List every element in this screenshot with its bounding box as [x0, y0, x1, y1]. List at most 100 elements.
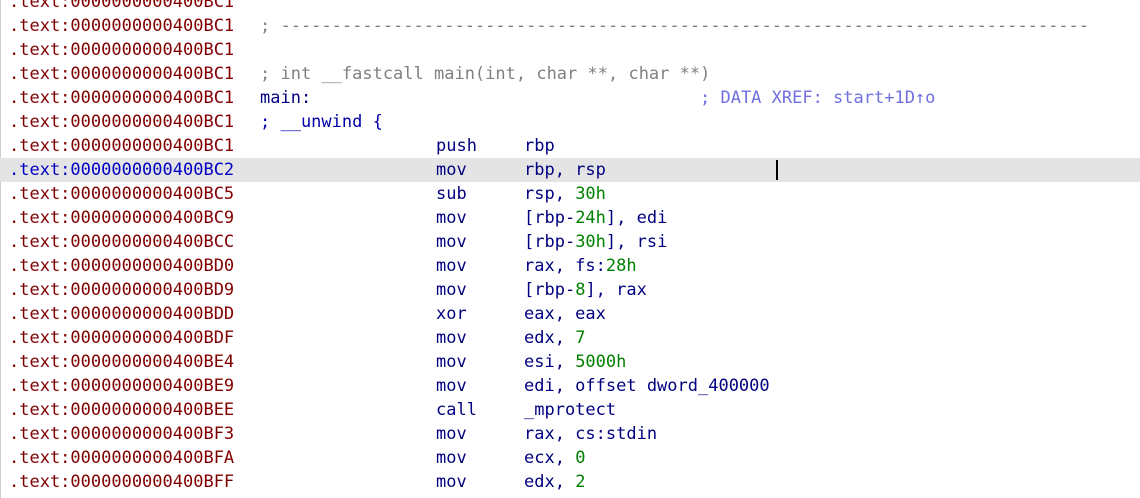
operand-text[interactable]: ], rax: [585, 280, 646, 300]
xref-comment[interactable]: ; DATA XREF: start+1D↑o: [700, 86, 935, 110]
operand-number[interactable]: 30h: [575, 232, 606, 252]
instruction-operands[interactable]: eax, eax: [524, 302, 606, 326]
operand-text[interactable]: _mprotect: [524, 400, 616, 420]
listing-line[interactable]: .text:0000000000400BC5 sub rsp, 30h: [0, 182, 1140, 206]
instruction-operands[interactable]: rax, fs:28h: [524, 254, 637, 278]
instruction-mnemonic[interactable]: xor: [436, 302, 467, 326]
operand-number[interactable]: 24h: [575, 208, 606, 228]
instruction-mnemonic[interactable]: push: [436, 134, 477, 158]
line-address[interactable]: .text:0000000000400BEE: [9, 398, 234, 422]
instruction-mnemonic[interactable]: mov: [436, 446, 467, 470]
listing-line[interactable]: .text:0000000000400BC9 mov [rbp-24h], edi: [0, 206, 1140, 230]
line-address[interactable]: .text:0000000000400BD0: [9, 254, 234, 278]
listing-line[interactable]: .text:0000000000400BEE call _mprotect: [0, 398, 1140, 422]
operand-text[interactable]: esi,: [524, 352, 575, 372]
operand-text[interactable]: ], rsi: [606, 232, 667, 252]
line-address[interactable]: .text:0000000000400BC1: [9, 62, 234, 86]
instruction-operands[interactable]: rbp, rsp: [524, 158, 606, 182]
line-address[interactable]: .text:0000000000400BE9: [9, 374, 234, 398]
listing-line[interactable]: .text:0000000000400BDD xor eax, eax: [0, 302, 1140, 326]
operand-text[interactable]: eax, eax: [524, 304, 606, 324]
line-address[interactable]: .text:0000000000400BC1: [9, 0, 234, 14]
operand-number[interactable]: 28h: [606, 256, 637, 276]
operand-number[interactable]: 30h: [575, 184, 606, 204]
instruction-operands[interactable]: edx, 2: [524, 470, 585, 494]
operand-number[interactable]: 2: [575, 472, 585, 492]
operand-number[interactable]: 8: [575, 280, 585, 300]
instruction-mnemonic[interactable]: mov: [436, 230, 467, 254]
operand-number[interactable]: 7: [575, 328, 585, 348]
listing-line[interactable]: .text:0000000000400BCC mov [rbp-30h], rsi: [0, 230, 1140, 254]
instruction-operands[interactable]: [rbp-8], rax: [524, 278, 647, 302]
instruction-mnemonic[interactable]: mov: [436, 494, 467, 498]
instruction-operands[interactable]: ecx, 0: [524, 446, 585, 470]
instruction-mnemonic[interactable]: call: [436, 398, 477, 422]
function-label[interactable]: main:: [260, 86, 311, 110]
line-address[interactable]: .text:0000000000400BDF: [9, 326, 234, 350]
instruction-operands[interactable]: _mprotect: [524, 398, 616, 422]
instruction-mnemonic[interactable]: mov: [436, 278, 467, 302]
listing-line[interactable]: .text:0000000000400BC1 ; ----------------…: [0, 14, 1140, 38]
instruction-operands[interactable]: rbp: [524, 134, 555, 158]
listing-line[interactable]: .text:0000000000400BC1 ; __unwind {: [0, 110, 1140, 134]
operand-text[interactable]: rsp,: [524, 184, 575, 204]
line-address[interactable]: .text:0000000000400BFF: [9, 470, 234, 494]
listing-line[interactable]: .text:0000000000400BC1: [0, 38, 1140, 62]
instruction-mnemonic[interactable]: mov: [436, 206, 467, 230]
operand-text[interactable]: [rbp-: [524, 232, 575, 252]
line-address[interactable]: .text:0000000000400BF3: [9, 422, 234, 446]
line-address[interactable]: .text:0000000000400BE4: [9, 350, 234, 374]
listing-line[interactable]: .text:0000000000400C04 mov esi, 0: [0, 494, 1140, 498]
line-address[interactable]: .text:0000000000400BC1: [9, 14, 234, 38]
operand-text[interactable]: edx,: [524, 328, 575, 348]
line-address[interactable]: .text:0000000000400BCC: [9, 230, 234, 254]
listing-line[interactable]: .text:0000000000400BE9 mov edi, offset dwo…: [0, 374, 1140, 398]
instruction-mnemonic[interactable]: mov: [436, 470, 467, 494]
operand-number[interactable]: 5000h: [575, 352, 626, 372]
instruction-mnemonic[interactable]: mov: [436, 422, 467, 446]
instruction-operands[interactable]: edi, offset dword_400000: [524, 374, 770, 398]
instruction-mnemonic[interactable]: sub: [436, 182, 467, 206]
line-address[interactable]: .text:0000000000400BD9: [9, 278, 234, 302]
listing-line[interactable]: .text:0000000000400BC1: [0, 0, 1140, 14]
line-address[interactable]: .text:0000000000400C04: [9, 494, 234, 498]
line-address[interactable]: .text:0000000000400BC9: [9, 206, 234, 230]
line-address[interactable]: .text:0000000000400BC1: [9, 38, 234, 62]
instruction-operands[interactable]: [rbp-30h], rsi: [524, 230, 667, 254]
listing-line[interactable]: .text:0000000000400BC1 ; int __fastcall m…: [0, 62, 1140, 86]
instruction-mnemonic[interactable]: mov: [436, 326, 467, 350]
instruction-mnemonic[interactable]: mov: [436, 374, 467, 398]
operand-number[interactable]: 0: [575, 448, 585, 468]
operand-text[interactable]: ], edi: [606, 208, 667, 228]
disassembly-listing[interactable]: .text:0000000000400BC1 .text:000000000040…: [0, 0, 1140, 498]
listing-line[interactable]: .text:0000000000400BC2 mov rbp, rsp: [0, 158, 1140, 182]
line-address[interactable]: .text:0000000000400BC1: [9, 86, 234, 110]
listing-line[interactable]: .text:0000000000400BC1 main: ; DATA XREF: …: [0, 86, 1140, 110]
listing-line[interactable]: .text:0000000000400BFA mov ecx, 0: [0, 446, 1140, 470]
operand-text[interactable]: rax, cs:stdin: [524, 424, 657, 444]
operand-text[interactable]: rax, fs:: [524, 256, 606, 276]
instruction-operands[interactable]: esi, 5000h: [524, 350, 626, 374]
disassembly-view[interactable]: .text:0000000000400BC1 .text:000000000040…: [0, 0, 1140, 498]
line-address[interactable]: .text:0000000000400BC1: [9, 134, 234, 158]
instruction-operands[interactable]: rax, cs:stdin: [524, 422, 657, 446]
instruction-mnemonic[interactable]: mov: [436, 158, 467, 182]
listing-line[interactable]: .text:0000000000400BD0 mov rax, fs:28h: [0, 254, 1140, 278]
listing-line[interactable]: .text:0000000000400BC1 push rbp: [0, 134, 1140, 158]
operand-text[interactable]: ecx,: [524, 448, 575, 468]
operand-text[interactable]: [rbp-: [524, 208, 575, 228]
instruction-operands[interactable]: rsp, 30h: [524, 182, 606, 206]
line-address[interactable]: .text:0000000000400BDD: [9, 302, 234, 326]
operand-text[interactable]: edx,: [524, 472, 575, 492]
instruction-operands[interactable]: esi, 0: [524, 494, 585, 498]
instruction-mnemonic[interactable]: mov: [436, 254, 467, 278]
line-address[interactable]: .text:0000000000400BC2: [9, 158, 234, 182]
listing-line[interactable]: .text:0000000000400BD9 mov [rbp-8], rax: [0, 278, 1140, 302]
line-address[interactable]: .text:0000000000400BC5: [9, 182, 234, 206]
operand-text[interactable]: rbp, rsp: [524, 160, 606, 180]
operand-text[interactable]: edi, offset dword_400000: [524, 376, 770, 396]
operand-text[interactable]: rbp: [524, 136, 555, 156]
instruction-mnemonic[interactable]: mov: [436, 350, 467, 374]
instruction-operands[interactable]: [rbp-24h], edi: [524, 206, 667, 230]
instruction-operands[interactable]: edx, 7: [524, 326, 585, 350]
